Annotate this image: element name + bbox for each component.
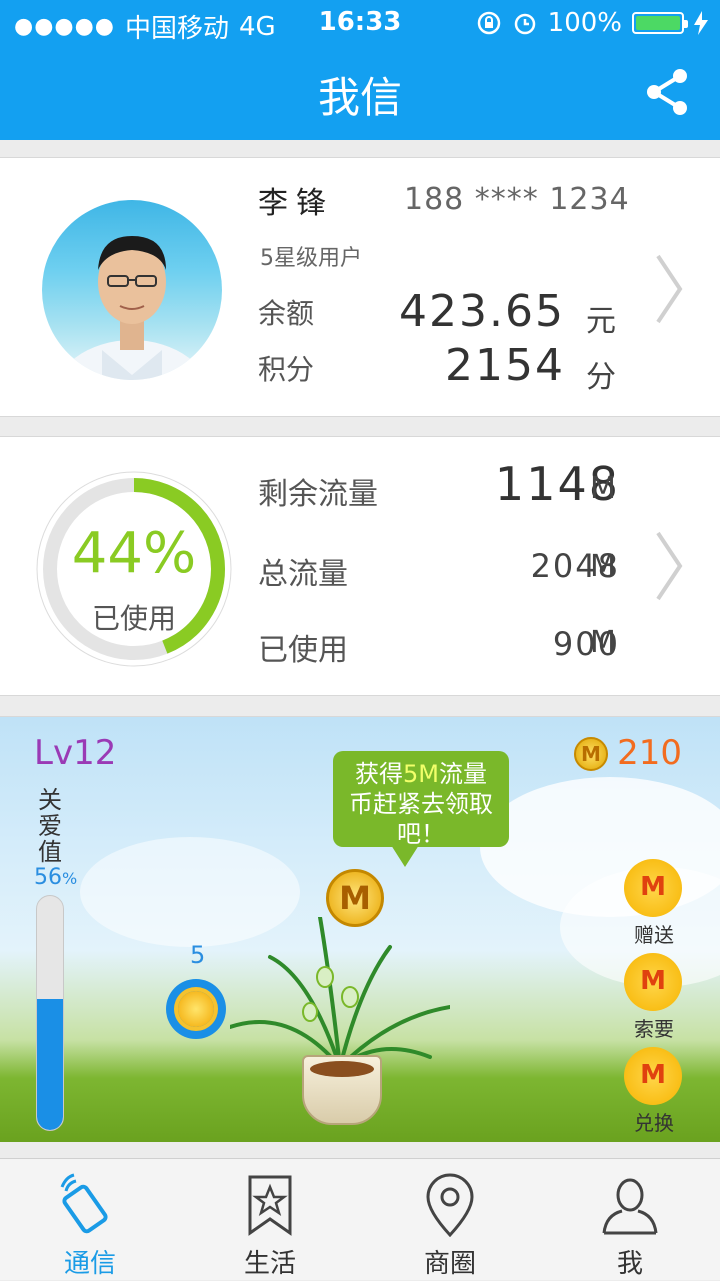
sun-icon[interactable] xyxy=(166,979,226,1039)
gift-coin-icon: M xyxy=(624,859,682,917)
data-usage-card[interactable]: 44% 已使用 剩余流量 1148 M 总流量 2048 M 已使用 900 M xyxy=(0,436,720,696)
chevron-right-icon[interactable] xyxy=(654,531,684,601)
garden-panel[interactable]: Lv12 M 210 关爱值 56% 获得5M流量币赶紧去领取吧！ M 5 M … xyxy=(0,716,720,1142)
coin-count: 210 xyxy=(617,733,682,773)
battery-icon xyxy=(632,12,688,34)
user-level: 5星级用户 xyxy=(260,246,362,271)
total-unit: M xyxy=(590,549,616,584)
exchange-label: 兑换 xyxy=(634,1111,674,1135)
orchid-plant[interactable] xyxy=(230,917,450,1077)
share-icon[interactable] xyxy=(646,68,690,116)
tab-life[interactable]: 生活 xyxy=(180,1159,360,1281)
tab-business[interactable]: 商圈 xyxy=(360,1159,540,1281)
alarm-icon xyxy=(514,13,535,35)
balance-value: 423.65 xyxy=(399,286,565,337)
love-percent-number: 56 xyxy=(34,865,62,890)
request-coin-icon: M xyxy=(624,953,682,1011)
tab-label: 我 xyxy=(616,1249,643,1279)
location-pin-icon xyxy=(426,1173,474,1237)
gift-button[interactable]: M 赠送 xyxy=(624,859,684,948)
points-value: 2154 xyxy=(445,340,565,391)
charging-icon xyxy=(694,11,708,35)
tab-label: 商圈 xyxy=(423,1249,476,1279)
battery-percent: 100% xyxy=(547,8,622,38)
coin-icon: M xyxy=(574,737,608,771)
love-progress-bar xyxy=(36,895,64,1131)
phone-icon xyxy=(60,1173,108,1234)
tab-me[interactable]: 我 xyxy=(540,1159,720,1281)
used-unit: M xyxy=(590,625,616,660)
nav-bar: 我信 xyxy=(0,46,720,140)
bubble-text-highlight: 5M xyxy=(403,760,439,788)
bookmark-star-icon xyxy=(248,1175,292,1236)
exchange-button[interactable]: M 兑换 xyxy=(624,1047,684,1136)
bubble-text-prefix: 获得 xyxy=(355,760,403,788)
user-name: 李锋 xyxy=(258,186,334,221)
request-label: 索要 xyxy=(634,1017,674,1041)
profile-card[interactable]: 李锋 188 **** 1234 5星级用户 余额 423.65 元 积分 21… xyxy=(0,157,720,417)
points-unit: 分 xyxy=(586,360,616,395)
rotation-lock-icon xyxy=(477,11,500,35)
avatar[interactable] xyxy=(42,200,222,380)
love-progress-fill xyxy=(37,998,63,1130)
chevron-right-icon[interactable] xyxy=(654,254,684,324)
tab-communication[interactable]: 通信 xyxy=(0,1159,180,1281)
reward-bubble[interactable]: 获得5M流量币赶紧去领取吧！ xyxy=(333,751,509,867)
points-label: 积分 xyxy=(258,353,315,386)
used-label: 已使用 xyxy=(258,633,348,668)
remaining-unit: M xyxy=(590,471,616,506)
gift-label: 赠送 xyxy=(634,923,674,947)
love-percent: 56% xyxy=(34,865,77,890)
balance-label: 余额 xyxy=(258,297,315,330)
tab-label: 通信 xyxy=(63,1249,116,1279)
exchange-coin-icon: M xyxy=(624,1047,682,1105)
sun-count: 5 xyxy=(190,941,206,969)
total-label: 总流量 xyxy=(258,557,348,592)
page-title: 我信 xyxy=(317,73,402,122)
garden-level: Lv12 xyxy=(34,733,117,773)
user-phone: 188 **** 1234 xyxy=(404,182,630,217)
tab-label: 生活 xyxy=(243,1249,296,1279)
love-percent-sign: % xyxy=(62,869,78,888)
flower-pot xyxy=(302,1055,382,1125)
remaining-label: 剩余流量 xyxy=(258,477,378,512)
love-label: 关爱值 xyxy=(38,786,62,866)
tab-bar: 通信 生活 商圈 我 xyxy=(0,1158,720,1280)
usage-ring-label: 已使用 xyxy=(91,602,176,635)
user-icon xyxy=(602,1178,658,1235)
balance-unit: 元 xyxy=(586,304,616,339)
status-bar: ●●●●● 中国移动 4G 16:33 100% xyxy=(0,0,720,46)
usage-percent: 44% xyxy=(71,521,197,586)
request-button[interactable]: M 索要 xyxy=(624,953,684,1042)
